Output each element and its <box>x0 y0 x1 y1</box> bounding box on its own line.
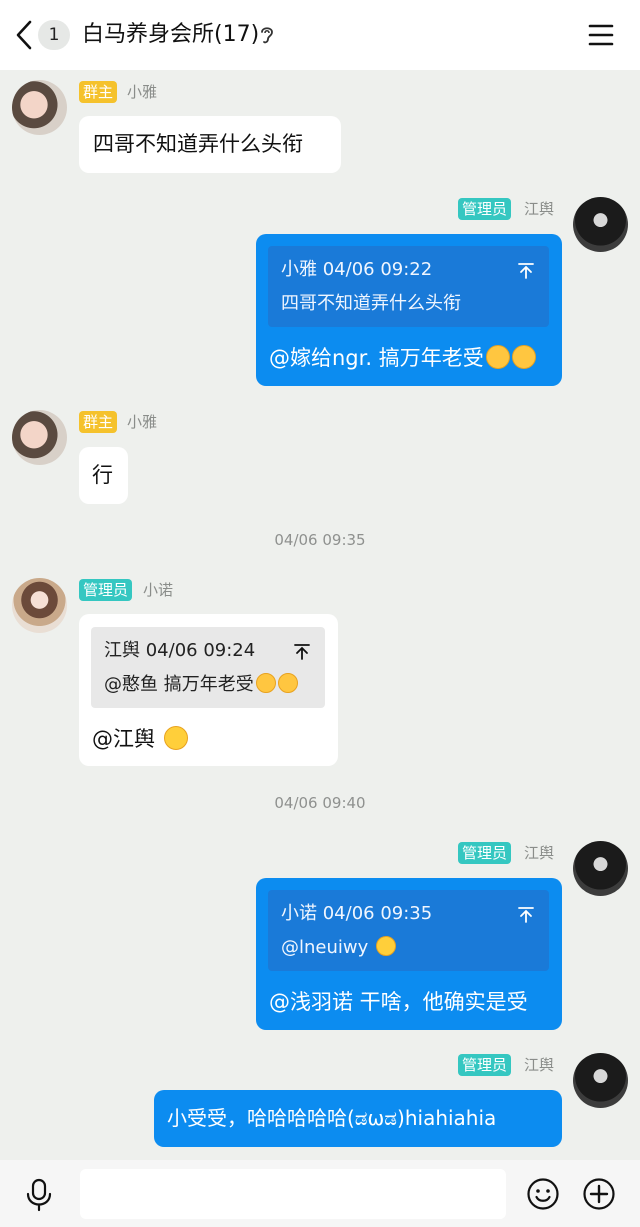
avatar-xiaoya[interactable] <box>12 410 67 465</box>
message-line: @江舆 <box>92 724 188 754</box>
role-badge-owner: 群主 <box>79 411 118 433</box>
message-text: @江舆 <box>92 727 155 751</box>
message-bubble[interactable]: 四哥不知道弄什么头衔 <box>79 116 341 173</box>
cat-face-emoji-icon <box>485 345 510 369</box>
quoted-message[interactable]: 小雅 04/06 09:22 四哥不知道弄什么头衔 <box>268 246 549 327</box>
input-bar <box>0 1160 640 1227</box>
message-text: @浅羽诺 干啥，他确实是受 <box>269 990 528 1014</box>
sender-name: 江舆 <box>524 844 555 862</box>
quote-text: @lneuiwy <box>281 937 369 958</box>
microphone-icon <box>26 1178 52 1212</box>
chat-header: 1 白马养身会所(17) <box>0 0 640 70</box>
voice-button[interactable] <box>24 1178 54 1212</box>
group-title[interactable]: 白马养身会所(17) <box>82 19 259 51</box>
quote-line: @lneuiwy <box>281 935 397 961</box>
avatar-jiangyu[interactable] <box>573 1053 628 1108</box>
quoted-message[interactable]: 小诺 04/06 09:35 @lneuiwy <box>268 890 549 971</box>
cat-face-emoji-icon <box>511 345 536 369</box>
collapse-arrow-icon <box>518 263 534 279</box>
role-badge-owner: 群主 <box>79 81 118 103</box>
tongue-face-emoji-icon <box>376 936 397 956</box>
message-bubble-own[interactable]: 小诺 04/06 09:35 @lneuiwy @浅羽诺 干啥，他确实是受 <box>256 878 562 1030</box>
unread-count-badge[interactable]: 1 <box>38 20 70 50</box>
message-text: 小受受，哈哈哈哈哈(ಡωಡ)hiahiahia <box>167 1106 497 1130</box>
ear-icon <box>258 24 276 46</box>
message-bubble-own[interactable]: 小雅 04/06 09:22 四哥不知道弄什么头衔 @嫁给ngr. 搞万年老受 <box>256 234 562 386</box>
sender-name: 小诺 <box>143 581 174 599</box>
collapse-arrow-icon <box>518 907 534 923</box>
menu-icon <box>588 24 614 46</box>
emoji-button[interactable] <box>526 1177 560 1211</box>
sender-name: 江舆 <box>524 200 555 218</box>
quote-text: @憨鱼 搞万年老受 <box>104 674 254 695</box>
plus-icon <box>583 1178 615 1210</box>
quote-header: 小诺 04/06 09:35 <box>281 903 433 924</box>
message-text: 四哥不知道弄什么头衔 <box>93 132 303 156</box>
avatar-jiangyu[interactable] <box>573 841 628 896</box>
chevron-left-icon <box>16 20 32 50</box>
avatar-xiaonuo[interactable] <box>12 578 67 633</box>
sender-name: 江舆 <box>524 1056 555 1074</box>
more-button[interactable] <box>582 1177 616 1211</box>
message-input[interactable] <box>80 1169 506 1219</box>
cat-face-emoji-icon <box>277 673 298 693</box>
quote-text: 四哥不知道弄什么头衔 <box>281 293 461 314</box>
message-text: 行 <box>92 463 113 487</box>
quoted-message[interactable]: 江舆 04/06 09:24 @憨鱼 搞万年老受 <box>91 627 325 708</box>
timestamp-divider: 04/06 09:40 <box>274 794 366 812</box>
sender-name: 小雅 <box>127 413 158 431</box>
avatar-xiaoya[interactable] <box>12 80 67 135</box>
message-text: @嫁给ngr. 搞万年老受 <box>269 346 484 370</box>
collapse-arrow-icon <box>294 644 310 660</box>
message-bubble[interactable]: 行 <box>79 447 128 504</box>
menu-button[interactable] <box>586 20 616 50</box>
role-badge-admin: 管理员 <box>79 579 133 601</box>
smiley-icon <box>527 1178 559 1210</box>
avatar-jiangyu[interactable] <box>573 197 628 252</box>
quote-line: @憨鱼 搞万年老受 <box>104 672 298 698</box>
cat-face-emoji-icon <box>255 673 276 693</box>
sender-name: 小雅 <box>127 83 158 101</box>
timestamp-divider: 04/06 09:35 <box>274 531 366 549</box>
quote-header: 小雅 04/06 09:22 <box>281 259 433 280</box>
quote-header: 江舆 04/06 09:24 <box>104 640 256 661</box>
tongue-face-emoji-icon <box>163 726 188 750</box>
back-button[interactable] <box>10 18 40 52</box>
role-badge-admin: 管理员 <box>458 1054 512 1076</box>
message-bubble[interactable]: 江舆 04/06 09:24 @憨鱼 搞万年老受 @江舆 <box>79 614 338 766</box>
message-line: @嫁给ngr. 搞万年老受 <box>269 343 536 373</box>
role-badge-admin: 管理员 <box>458 198 512 220</box>
message-bubble-own[interactable]: 小受受，哈哈哈哈哈(ಡωಡ)hiahiahia <box>154 1090 562 1147</box>
role-badge-admin: 管理员 <box>458 842 512 864</box>
